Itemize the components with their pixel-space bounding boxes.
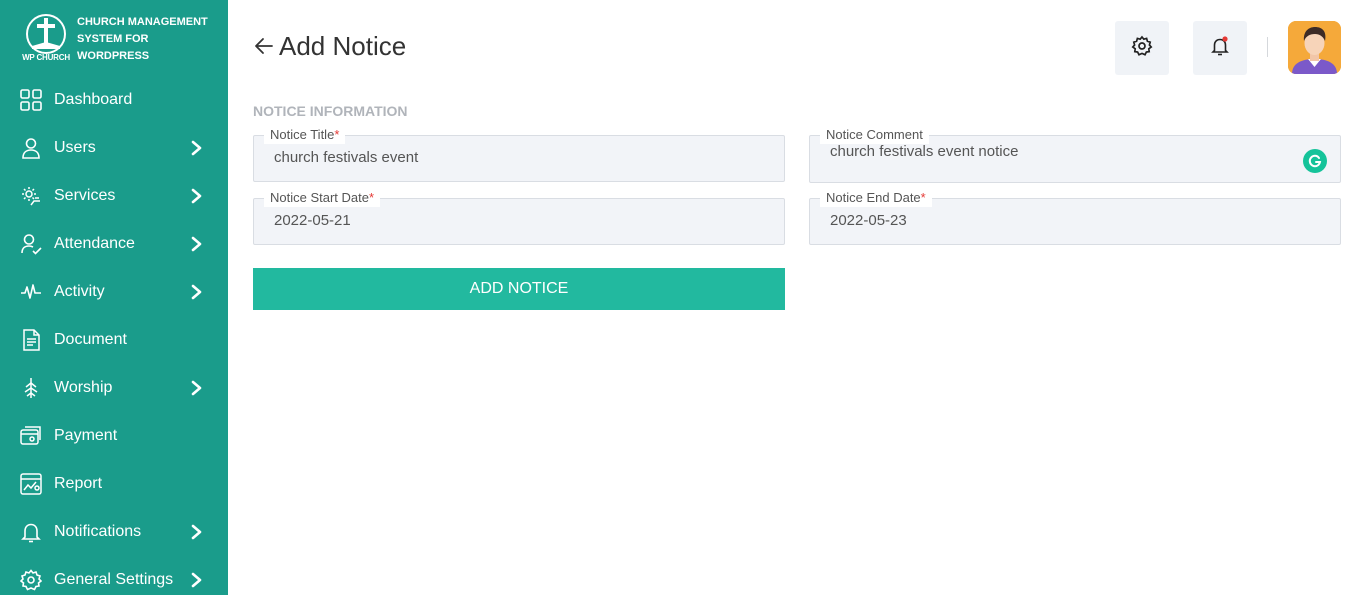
notice-comment-label: Notice Comment xyxy=(820,126,929,144)
chevron-right-icon xyxy=(190,236,204,252)
notice-comment-field[interactable]: Notice Comment xyxy=(809,126,1341,183)
sidebar-item-label: Payment xyxy=(54,427,118,444)
sidebar-item-notifications[interactable]: Notifications xyxy=(0,508,228,556)
sidebar-item-dashboard[interactable]: Dashboard xyxy=(0,76,228,124)
notifications-button[interactable] xyxy=(1193,21,1247,75)
notice-end-date-field[interactable]: Notice End Date* xyxy=(809,189,1341,245)
sidebar-item-label: Report xyxy=(54,475,103,492)
attendance-icon xyxy=(20,233,42,255)
notice-start-date-label: Notice Start Date* xyxy=(264,189,381,207)
brand[interactable]: WP CHURCH CHURCH MANAGEMENT SYSTEM FOR W… xyxy=(0,0,228,76)
app-root: WP CHURCH CHURCH MANAGEMENT SYSTEM FOR W… xyxy=(0,0,1365,595)
chevron-right-icon xyxy=(190,524,204,540)
payment-icon xyxy=(20,425,42,447)
dashboard-icon xyxy=(20,89,42,111)
sidebar-item-activity[interactable]: Activity xyxy=(0,268,228,316)
notice-start-date-input[interactable] xyxy=(274,212,725,229)
bell-icon xyxy=(1209,35,1231,62)
notice-title-field[interactable]: Notice Title* xyxy=(253,126,785,182)
services-icon xyxy=(20,185,42,207)
sidebar-item-services[interactable]: Services xyxy=(0,172,228,220)
sidebar-item-label: Worship xyxy=(54,379,113,396)
chevron-right-icon xyxy=(190,140,204,156)
notice-end-date-label: Notice End Date* xyxy=(820,189,932,207)
sidebar-item-label: Dashboard xyxy=(54,91,133,108)
section-title: NOTICE INFORMATION xyxy=(253,103,408,119)
sidebar-item-label: Attendance xyxy=(54,235,135,252)
chevron-right-icon xyxy=(190,188,204,204)
sidebar-item-report[interactable]: Report xyxy=(0,460,228,508)
brand-name: CHURCH MANAGEMENT SYSTEM FOR WORDPRESS xyxy=(77,16,208,62)
sidebar: WP CHURCH CHURCH MANAGEMENT SYSTEM FOR W… xyxy=(0,0,228,595)
worship-icon xyxy=(20,377,42,399)
avatar[interactable] xyxy=(1288,21,1341,74)
page-title: Add Notice xyxy=(279,30,407,61)
sidebar-nav: Dashboard Users Services Attendance Acti… xyxy=(0,76,228,595)
settings-button[interactable] xyxy=(1115,21,1169,75)
sidebar-item-label: General Settings xyxy=(54,571,174,588)
sidebar-item-label: Activity xyxy=(54,283,105,300)
notice-title-label: Notice Title* xyxy=(264,126,346,144)
notice-title-input[interactable] xyxy=(274,149,725,166)
arrow-left-icon[interactable] xyxy=(253,35,275,57)
sidebar-item-users[interactable]: Users xyxy=(0,124,228,172)
header-divider xyxy=(1267,37,1268,57)
chevron-right-icon xyxy=(190,284,204,300)
chevron-right-icon xyxy=(190,572,204,588)
activity-icon xyxy=(20,281,42,303)
notice-end-date-input[interactable] xyxy=(830,212,1281,229)
sidebar-item-label: Document xyxy=(54,331,127,348)
brand-logo-text: WP CHURCH xyxy=(22,53,70,62)
report-icon xyxy=(20,473,42,495)
grammarly-icon[interactable] xyxy=(1303,149,1327,173)
sidebar-item-general-settings[interactable]: General Settings xyxy=(0,556,228,595)
notice-comment-input[interactable] xyxy=(830,143,1281,160)
notice-start-date-field[interactable]: Notice Start Date* xyxy=(253,189,785,245)
sidebar-item-document[interactable]: Document xyxy=(0,316,228,364)
bell-icon xyxy=(20,521,42,543)
sidebar-item-attendance[interactable]: Attendance xyxy=(0,220,228,268)
add-notice-button[interactable]: ADD NOTICE xyxy=(253,268,785,310)
sidebar-item-worship[interactable]: Worship xyxy=(0,364,228,412)
user-icon xyxy=(20,137,42,159)
sidebar-item-payment[interactable]: Payment xyxy=(0,412,228,460)
gear-icon xyxy=(1131,35,1153,62)
sidebar-item-label: Services xyxy=(54,187,116,204)
page-header: Add Notice xyxy=(253,26,406,66)
document-icon xyxy=(20,329,42,351)
sidebar-item-label: Users xyxy=(54,139,96,156)
gear-icon xyxy=(19,569,43,591)
chevron-right-icon xyxy=(190,380,204,396)
sidebar-item-label: Notifications xyxy=(54,523,142,540)
